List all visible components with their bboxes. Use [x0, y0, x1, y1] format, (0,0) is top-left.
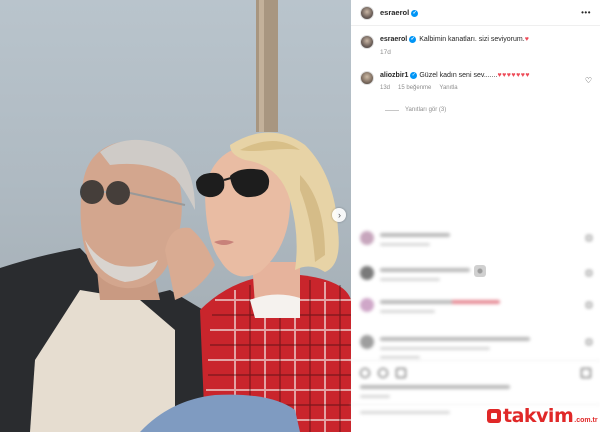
next-photo-button[interactable]: › — [332, 208, 346, 222]
more-options-icon[interactable]: ••• — [581, 8, 591, 17]
post-header: esraerol ✓ ••• — [351, 0, 600, 26]
caption-text: Kalbimin kanatları. sizi seviyorum. — [419, 36, 525, 43]
comment-heart-emojis: ♥♥♥♥♥♥♥ — [497, 72, 531, 79]
view-replies-button[interactable]: Yanıtları gör (3) — [385, 107, 600, 113]
post-photo[interactable]: › — [0, 0, 351, 432]
commenter-avatar[interactable] — [360, 71, 374, 85]
blurred-comment — [351, 298, 600, 319]
author-avatar[interactable] — [360, 5, 374, 20]
verified-badge-icon: ✓ — [411, 9, 419, 17]
takvim-logo-icon — [487, 409, 501, 423]
man-glasses-right — [106, 181, 130, 205]
watermark-brand: takvim — [503, 405, 574, 427]
caption-avatar[interactable] — [360, 35, 374, 49]
loading-more-comments-icon — [474, 265, 486, 277]
like-comment-heart-icon[interactable]: ♡ — [585, 76, 592, 85]
comment-item: aliozbir1 ✓ Güzel kadın seni sev.......♥♥… — [351, 57, 600, 93]
share-icon[interactable] — [396, 368, 406, 378]
blurred-comment — [351, 231, 600, 252]
takvim-watermark: takvim .com.tr — [487, 405, 598, 427]
save-icon[interactable] — [581, 368, 591, 378]
reply-button[interactable]: Yanıtla — [439, 84, 457, 93]
comment-username[interactable]: aliozbir1 — [380, 72, 408, 79]
caption-heart-emoji: ♥ — [524, 36, 530, 43]
watermark-tld: .com.tr — [574, 416, 598, 424]
comment-icon[interactable] — [378, 368, 388, 378]
woman-hand — [165, 227, 215, 300]
post-caption: esraerol ✓ Kalbimin kanatları. sizi seviyo… — [351, 26, 600, 57]
author-username[interactable]: esraerol ✓ — [380, 8, 419, 17]
caption-time[interactable]: 17d — [380, 48, 529, 57]
comment-text: Güzel kadın seni sev....... — [419, 72, 498, 79]
comment-time[interactable]: 13d — [380, 84, 390, 93]
verified-badge-icon: ✓ — [410, 71, 418, 79]
comment-likes[interactable]: 15 beğenme — [398, 84, 431, 93]
man-glasses-left — [80, 180, 104, 204]
woman-sunglasses-left — [196, 172, 225, 198]
post-panel: esraerol ✓ ••• esraerol ✓ Kalbimin kanatlar… — [351, 0, 600, 432]
caption-username[interactable]: esraerol ✓ — [380, 35, 417, 43]
photo-illustration — [0, 0, 351, 432]
verified-badge-icon: ✓ — [409, 35, 417, 43]
chevron-right-icon: › — [338, 209, 341, 220]
like-icon[interactable] — [360, 368, 370, 378]
